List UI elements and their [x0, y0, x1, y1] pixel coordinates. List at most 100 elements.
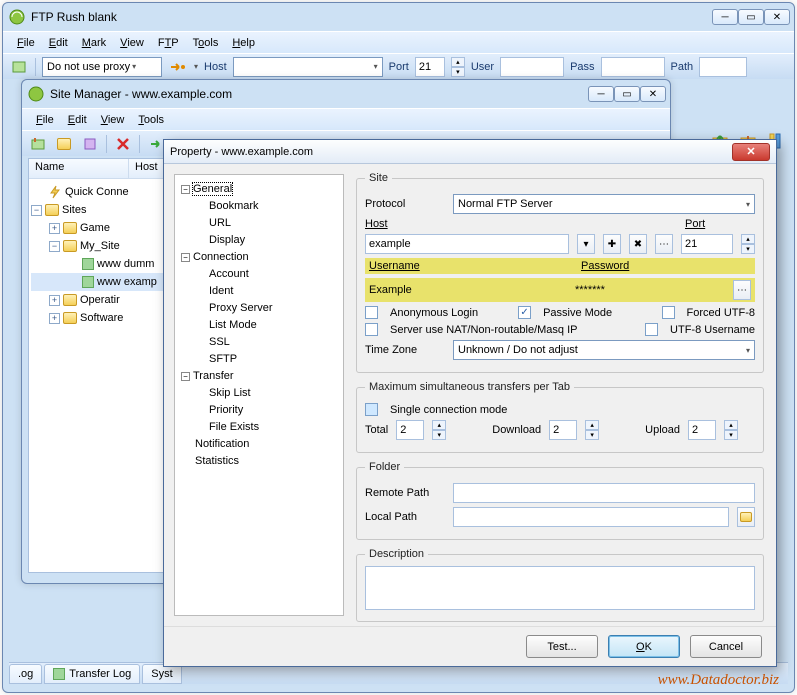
sm-menu-edit[interactable]: Edit [62, 112, 93, 128]
local-input[interactable] [453, 507, 729, 527]
nav-fileexists[interactable]: File Exists [181, 419, 337, 436]
tab-log[interactable]: .og [9, 664, 42, 684]
sm-menu-file[interactable]: File [30, 112, 60, 128]
nat-checkbox[interactable] [365, 323, 378, 336]
nav-general[interactable]: −General [181, 181, 337, 198]
sm-tb-delete[interactable] [113, 134, 133, 154]
nav-statistics[interactable]: Statistics [181, 453, 337, 470]
expand-icon[interactable]: + [49, 313, 60, 324]
menu-file[interactable]: File [11, 35, 41, 51]
sm-menu-view[interactable]: View [95, 112, 131, 128]
main-toolbar: Do not use proxy▾ ▾ Host ▾ Port ▴▾ User … [3, 53, 794, 79]
username-value[interactable]: Example [369, 284, 567, 296]
single-checkbox[interactable] [365, 403, 378, 416]
nav-notification[interactable]: Notification [181, 436, 337, 453]
sm-menu-tools[interactable]: Tools [132, 112, 170, 128]
nav-sftp[interactable]: SFTP [181, 351, 337, 368]
host-combo[interactable]: ▾ [233, 57, 383, 77]
pass-input[interactable] [601, 57, 665, 77]
menu-help[interactable]: Help [226, 35, 261, 51]
port-label: Port [685, 218, 705, 230]
pasv-label: Passive Mode [543, 307, 612, 319]
nav-transfer[interactable]: −Transfer [181, 368, 337, 385]
col-name[interactable]: Name [29, 159, 129, 178]
sm-titlebar[interactable]: Site Manager - www.example.com ─ ▭ ✕ [22, 80, 670, 108]
ok-button[interactable]: OK [608, 635, 680, 658]
host-add-icon[interactable]: ✚ [603, 234, 621, 254]
property-titlebar[interactable]: Property - www.example.com ✕ [164, 140, 776, 164]
password-more-icon[interactable]: ⋯ [733, 280, 751, 300]
nav-proxy[interactable]: Proxy Server [181, 300, 337, 317]
nav-ident[interactable]: Ident [181, 283, 337, 300]
nav-url[interactable]: URL [181, 215, 337, 232]
collapse-icon[interactable]: − [31, 205, 42, 216]
browse-folder-icon[interactable] [737, 507, 755, 527]
nav-account[interactable]: Account [181, 266, 337, 283]
nav-connection[interactable]: −Connection [181, 249, 337, 266]
download-spinner[interactable]: ▴▾ [585, 420, 599, 440]
nav-priority[interactable]: Priority [181, 402, 337, 419]
sm-max-button[interactable]: ▭ [614, 86, 640, 102]
tz-combo[interactable]: Unknown / Do not adjust▾ [453, 340, 755, 360]
sm-tb-2[interactable] [54, 134, 74, 154]
utf8user-checkbox[interactable] [645, 323, 658, 336]
description-legend: Description [365, 548, 428, 560]
nav-bookmark[interactable]: Bookmark [181, 198, 337, 215]
toolbar-icon-1[interactable] [9, 57, 29, 77]
menu-edit[interactable]: Edit [43, 35, 74, 51]
host-more-icon[interactable]: ⋯ [655, 234, 673, 254]
sm-tb-1[interactable] [28, 134, 48, 154]
menu-ftp[interactable]: FTP [152, 35, 185, 51]
protocol-combo[interactable]: Normal FTP Server▾ [453, 194, 755, 214]
anon-checkbox[interactable] [365, 306, 378, 319]
nav-display[interactable]: Display [181, 232, 337, 249]
tab-transfer[interactable]: Transfer Log [44, 664, 140, 684]
sm-tb-3[interactable] [80, 134, 100, 154]
nav-ssl[interactable]: SSL [181, 334, 337, 351]
min-button[interactable]: ─ [712, 9, 738, 25]
download-label: Download [492, 424, 541, 436]
sm-close-button[interactable]: ✕ [640, 86, 666, 102]
port-spinner[interactable]: ▴▾ [451, 57, 465, 77]
protocol-label: Protocol [365, 198, 445, 210]
description-textarea[interactable] [365, 566, 755, 610]
download-input[interactable] [549, 420, 577, 440]
property-close-button[interactable]: ✕ [732, 143, 770, 161]
user-input[interactable] [500, 57, 564, 77]
nat-label: Server use NAT/Non-routable/Masq IP [390, 324, 577, 336]
forced-checkbox[interactable] [662, 306, 675, 319]
total-input[interactable] [396, 420, 424, 440]
expand-icon[interactable]: + [49, 295, 60, 306]
port-input[interactable] [415, 57, 445, 77]
sm-min-button[interactable]: ─ [588, 86, 614, 102]
collapse-icon[interactable]: − [49, 241, 60, 252]
menu-mark[interactable]: Mark [76, 35, 112, 51]
nav-listmode[interactable]: List Mode [181, 317, 337, 334]
host-dropdown-icon[interactable]: ▾ [577, 234, 595, 254]
remote-input[interactable] [453, 483, 755, 503]
password-value[interactable]: ******* [575, 284, 725, 296]
path-input[interactable] [699, 57, 747, 77]
port-spinner[interactable]: ▴▾ [741, 234, 755, 254]
test-button[interactable]: Test... [526, 635, 598, 658]
close-button[interactable]: ✕ [764, 9, 790, 25]
property-nav-tree: −General Bookmark URL Display −Connectio… [174, 174, 344, 616]
nav-skip[interactable]: Skip List [181, 385, 337, 402]
host-input[interactable] [365, 234, 569, 254]
menu-view[interactable]: View [114, 35, 150, 51]
main-titlebar[interactable]: FTP Rush blank ─ ▭ ✕ [3, 3, 794, 31]
max-button[interactable]: ▭ [738, 9, 764, 25]
upload-input[interactable] [688, 420, 716, 440]
port-input[interactable] [681, 234, 733, 254]
connect-icon[interactable] [168, 57, 188, 77]
col-host[interactable]: Host [129, 159, 165, 178]
pasv-checkbox[interactable]: ✓ [518, 306, 531, 319]
proxy-combo[interactable]: Do not use proxy▾ [42, 57, 162, 77]
cancel-button[interactable]: Cancel [690, 635, 762, 658]
total-spinner[interactable]: ▴▾ [432, 420, 446, 440]
host-remove-icon[interactable]: ✖ [629, 234, 647, 254]
expand-icon[interactable]: + [49, 223, 60, 234]
menu-tools[interactable]: Tools [187, 35, 225, 51]
upload-spinner[interactable]: ▴▾ [724, 420, 738, 440]
total-label: Total [365, 424, 388, 436]
